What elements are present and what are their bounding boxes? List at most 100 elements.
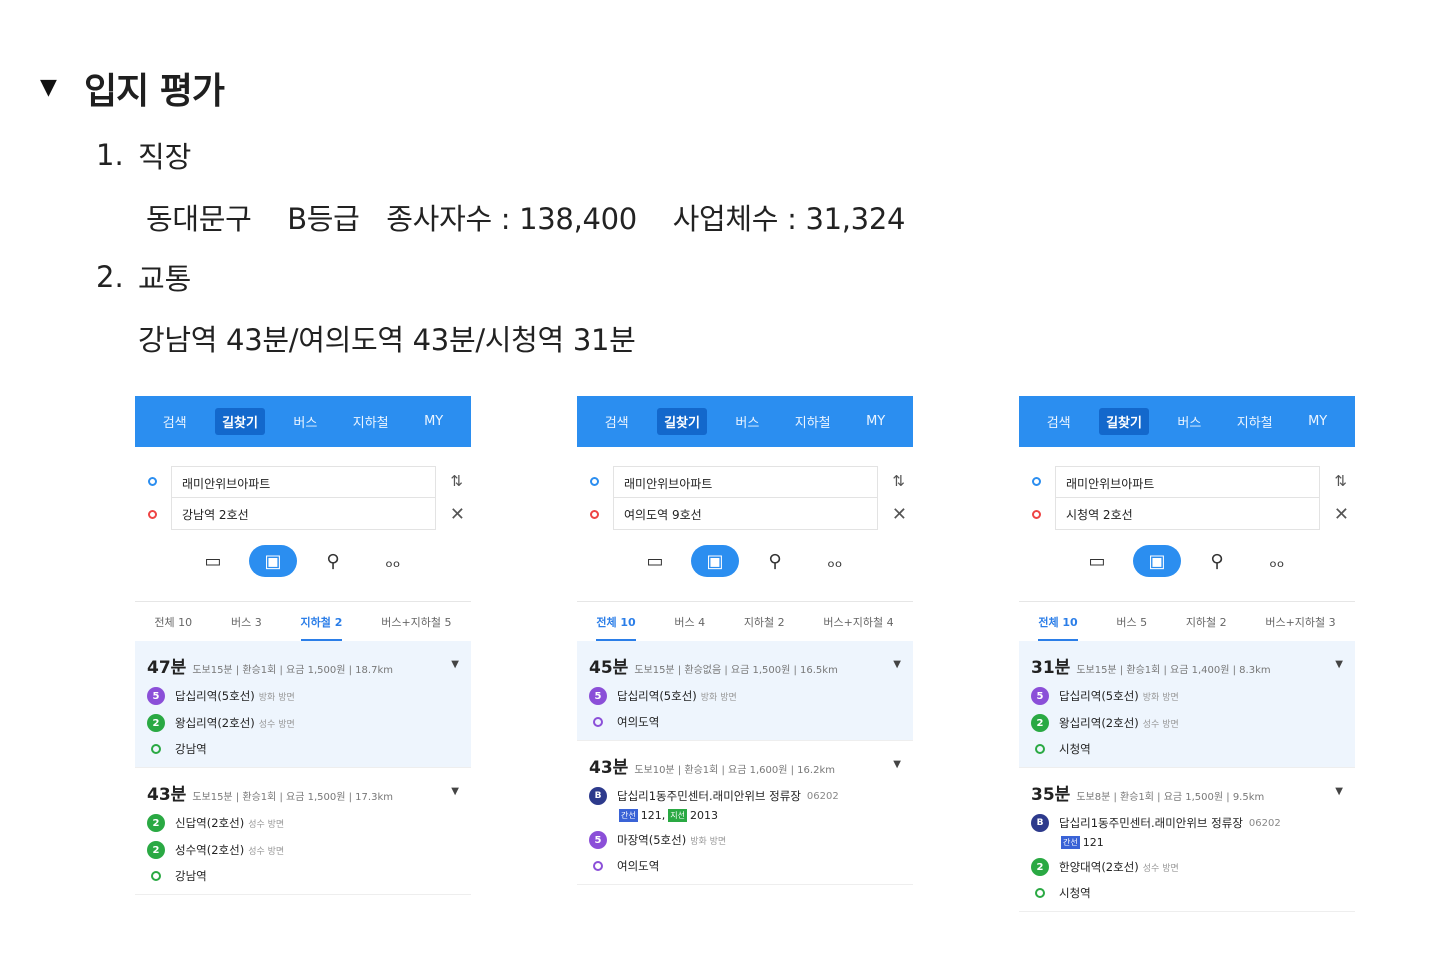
nav-tab[interactable]: 버스 <box>728 408 766 435</box>
filter-tab[interactable]: 버스 4 <box>674 614 705 630</box>
bike-icon[interactable]: ₒₒ <box>369 545 417 577</box>
close-icon[interactable]: ✕ <box>450 504 465 525</box>
filter-tab[interactable]: 전체 10 <box>154 614 192 630</box>
origin-input[interactable]: 래미안위브아파트 <box>613 466 878 498</box>
stop-name: 마장역(5호선) <box>617 833 687 847</box>
nav-tab[interactable]: 검색 <box>156 408 194 435</box>
route-stop: 여의도역 <box>589 714 903 730</box>
list-number: 2. <box>96 260 124 294</box>
route-result[interactable]: 43분 도보10분 | 환승1회 | 요금 1,600원 | 16.2km ▼ B 답십… <box>577 741 913 885</box>
nav-tab[interactable]: 길찾기 <box>215 408 265 435</box>
car-icon[interactable]: ▭ <box>189 545 237 577</box>
nav-tab[interactable]: 검색 <box>1040 408 1078 435</box>
bus-type-tag: 지선 <box>668 809 687 822</box>
route-stop: 5 답십리역(5호선) 방화 방면 <box>589 687 903 705</box>
route-stop: 2 성수역(2호선) 성수 방면 <box>147 841 461 859</box>
destination-marker-icon <box>593 861 603 871</box>
route-stop: B 답십리1동주민센터.래미안위브 정류장 06202 <box>1031 814 1345 832</box>
walk-icon[interactable]: ⚲ <box>1193 545 1241 577</box>
filter-tab[interactable]: 지하철 2 <box>744 614 785 630</box>
transport-modes: ▭ ▣ ⚲ ₒₒ <box>135 537 471 585</box>
route-meta: 도보10분 | 환승1회 | 요금 1,600원 | 16.2km <box>634 765 835 776</box>
chevron-down-icon[interactable]: ▼ <box>1335 659 1343 670</box>
route-meta: 도보15분 | 환승1회 | 요금 1,500원 | 18.7km <box>192 665 393 676</box>
bike-icon[interactable]: ₒₒ <box>1253 545 1301 577</box>
destination-input[interactable]: 시청역 2호선 <box>1055 498 1320 530</box>
filter-tab[interactable]: 버스+지하철 5 <box>381 614 451 630</box>
walk-icon[interactable]: ⚲ <box>751 545 799 577</box>
nav-tab[interactable]: MY <box>859 410 892 433</box>
close-icon[interactable]: ✕ <box>1334 504 1349 525</box>
route-result[interactable]: 43분 도보15분 | 환승1회 | 요금 1,500원 | 17.3km ▼ 2 신답… <box>135 768 471 895</box>
filter-tab[interactable]: 지하철 2 <box>300 614 343 641</box>
origin-input[interactable]: 래미안위브아파트 <box>171 466 436 498</box>
close-icon[interactable]: ✕ <box>892 504 907 525</box>
top-nav: 검색 길찾기 버스 지하철 MY <box>135 396 471 447</box>
stop-name: 여의도역 <box>617 715 660 729</box>
nav-tab[interactable]: 길찾기 <box>1099 408 1149 435</box>
stop-name: 신답역(2호선) <box>175 816 245 830</box>
route-meta: 도보15분 | 환승없음 | 요금 1,500원 | 16.5km <box>634 665 838 676</box>
route-result[interactable]: 35분 도보8분 | 환승1회 | 요금 1,500원 | 9.5km ▼ B 답십리1… <box>1019 768 1355 912</box>
direction: 방화 방면 <box>258 692 295 703</box>
filter-tab[interactable]: 버스 3 <box>231 614 262 630</box>
nav-tab[interactable]: 버스 <box>1170 408 1208 435</box>
stop-name: 성수역(2호선) <box>175 843 245 857</box>
nav-tab[interactable]: 지하철 <box>788 408 838 435</box>
chevron-down-icon[interactable]: ▼ <box>451 659 459 670</box>
route-result[interactable]: 47분 도보15분 | 환승1회 | 요금 1,500원 | 18.7km ▼ 5 답십… <box>135 641 471 768</box>
nav-tab[interactable]: 길찾기 <box>657 408 707 435</box>
line-badge: 5 <box>1031 687 1049 705</box>
chevron-down-icon[interactable]: ▼ <box>451 786 459 797</box>
line-badge: 2 <box>147 814 165 832</box>
stop-name: 왕십리역(2호선) <box>1059 716 1139 730</box>
destination-input[interactable]: 여의도역 9호선 <box>613 498 878 530</box>
nav-tab[interactable]: MY <box>417 410 450 433</box>
toggle-heading[interactable]: ▼ 입지 평가 <box>40 62 225 114</box>
filter-tab[interactable]: 버스+지하철 4 <box>823 614 893 630</box>
chevron-down-icon[interactable]: ▼ <box>893 659 901 670</box>
filter-tab[interactable]: 버스+지하철 3 <box>1265 614 1335 630</box>
destination-marker-icon <box>151 871 161 881</box>
route-meta: 도보15분 | 환승1회 | 요금 1,500원 | 17.3km <box>192 792 393 803</box>
route-stop: 5 마장역(5호선) 방화 방면 <box>589 831 903 849</box>
filter-tab[interactable]: 지하철 2 <box>1186 614 1227 630</box>
route-result[interactable]: 45분 도보15분 | 환승없음 | 요금 1,500원 | 16.5km ▼ 5 답십… <box>577 641 913 741</box>
origin-input[interactable]: 래미안위브아파트 <box>1055 466 1320 498</box>
direction: 방화 방면 <box>700 692 737 703</box>
nav-tab[interactable]: 버스 <box>286 408 324 435</box>
list-number: 1. <box>96 138 124 172</box>
route-result[interactable]: 31분 도보15분 | 환승1회 | 요금 1,400원 | 8.3km ▼ 5 답십리… <box>1019 641 1355 768</box>
chevron-down-icon[interactable]: ▼ <box>1335 786 1343 797</box>
direction: 성수 방면 <box>1142 719 1179 730</box>
bus-icon[interactable]: ▣ <box>249 545 297 577</box>
chevron-down-icon[interactable]: ▼ <box>893 759 901 770</box>
filter-tab[interactable]: 전체 10 <box>1038 614 1078 641</box>
nav-tab[interactable]: 지하철 <box>346 408 396 435</box>
nav-tab[interactable]: 지하철 <box>1230 408 1280 435</box>
filter-tab[interactable]: 전체 10 <box>596 614 636 641</box>
swap-icon[interactable]: ⇅ <box>450 472 463 490</box>
origin-dot-icon <box>148 477 157 486</box>
result-header: 35분 도보8분 | 환승1회 | 요금 1,500원 | 9.5km <box>1031 780 1345 805</box>
car-icon[interactable]: ▭ <box>1073 545 1121 577</box>
swap-icon[interactable]: ⇅ <box>1334 472 1347 490</box>
destination-input[interactable]: 강남역 2호선 <box>171 498 436 530</box>
result-filters: 전체 10 버스 3 지하철 2 버스+지하철 5 <box>135 601 471 641</box>
bike-icon[interactable]: ₒₒ <box>811 545 859 577</box>
stop-name: 강남역 <box>175 869 207 883</box>
bus-number: 2013 <box>689 809 718 822</box>
bus-icon[interactable]: ▣ <box>1133 545 1181 577</box>
walk-icon[interactable]: ⚲ <box>309 545 357 577</box>
result-header: 43분 도보10분 | 환승1회 | 요금 1,600원 | 16.2km <box>589 753 903 778</box>
car-icon[interactable]: ▭ <box>631 545 679 577</box>
swap-icon[interactable]: ⇅ <box>892 472 905 490</box>
filter-tab[interactable]: 버스 5 <box>1116 614 1147 630</box>
destination-marker-icon <box>1035 744 1045 754</box>
bus-icon[interactable]: ▣ <box>691 545 739 577</box>
stop-name: 여의도역 <box>617 859 660 873</box>
nav-tab[interactable]: 검색 <box>598 408 636 435</box>
nav-tab[interactable]: MY <box>1301 410 1334 433</box>
toggle-triangle-icon[interactable]: ▼ <box>40 77 70 99</box>
line-badge: 5 <box>589 831 607 849</box>
